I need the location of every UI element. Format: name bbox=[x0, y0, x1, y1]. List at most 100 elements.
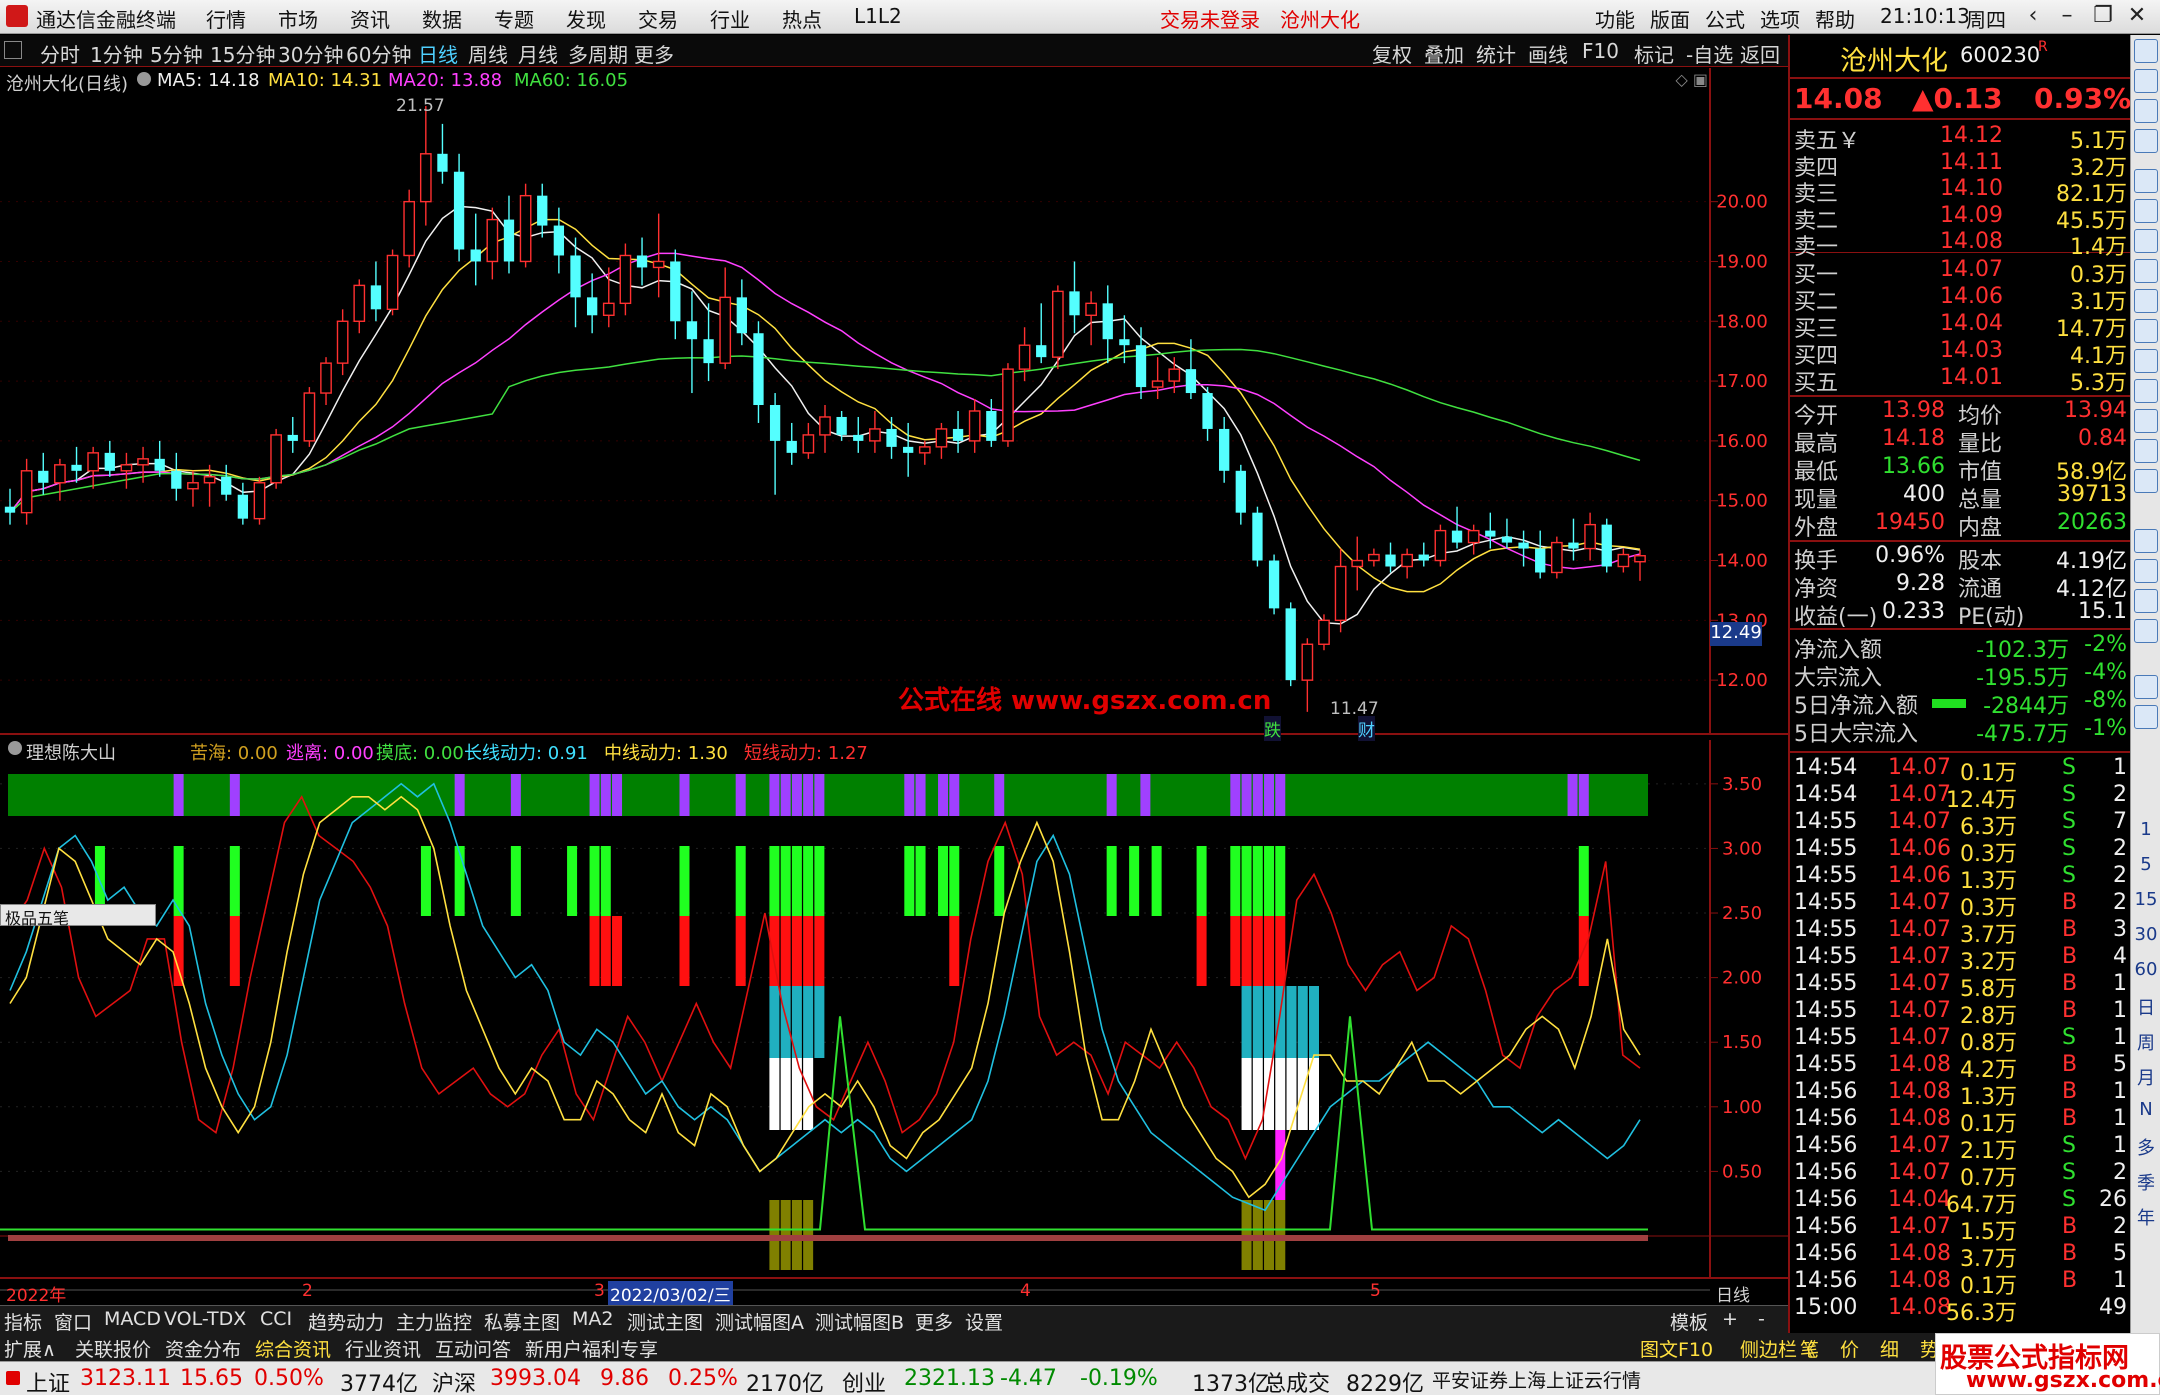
side-period-4[interactable]: 60 bbox=[2131, 959, 2160, 980]
info-tab-right-3[interactable]: 价 bbox=[1840, 1335, 1859, 1362]
side-period-0[interactable]: 1 bbox=[2131, 819, 2160, 840]
back-icon[interactable]: ‹ bbox=[2018, 3, 2048, 29]
side-period-9[interactable]: 多 bbox=[2131, 1134, 2160, 1160]
period-more[interactable]: 更多 bbox=[634, 39, 674, 68]
side-period-3[interactable]: 30 bbox=[2131, 924, 2160, 945]
tab-tool-0[interactable]: 模板 bbox=[1670, 1308, 1708, 1335]
btn-back[interactable]: 返回 bbox=[1740, 39, 1780, 68]
menu-topics[interactable]: 专题 bbox=[494, 4, 534, 33]
period-monthly[interactable]: 月线 bbox=[518, 39, 558, 68]
info-tab-1[interactable]: 关联报价 bbox=[75, 1335, 151, 1362]
ime-toolbar[interactable]: 极品五笔 bbox=[0, 904, 156, 928]
indicator-tab-1[interactable]: 窗口 bbox=[54, 1308, 92, 1335]
tab-tool-1[interactable]: + bbox=[1722, 1308, 1738, 1330]
side-minus-icon[interactable] bbox=[2134, 99, 2158, 123]
side-period-8[interactable]: N bbox=[2131, 1099, 2160, 1120]
indicator-settings-icon[interactable] bbox=[8, 741, 22, 755]
tab-tool-2[interactable]: - bbox=[1758, 1308, 1765, 1330]
period-15min[interactable]: 15分钟 bbox=[210, 39, 275, 68]
indicator-tab-12[interactable]: 更多 bbox=[915, 1308, 953, 1335]
toggle-icon[interactable] bbox=[4, 41, 22, 59]
info-tab-6[interactable]: 新用户福利专享 bbox=[525, 1335, 658, 1362]
minimize-icon[interactable]: – bbox=[2052, 3, 2082, 29]
menu-options[interactable]: 选项 bbox=[1760, 4, 1800, 33]
menu-hot[interactable]: 热点 bbox=[782, 4, 822, 33]
indicator-tab-11[interactable]: 测试幅图B bbox=[815, 1308, 904, 1335]
side-f10-icon[interactable] bbox=[2134, 319, 2158, 343]
info-tab-5[interactable]: 互动问答 bbox=[435, 1335, 511, 1362]
info-tab-right-4[interactable]: 细 bbox=[1880, 1335, 1899, 1362]
info-tab-3[interactable]: 综合资讯 bbox=[255, 1335, 331, 1362]
side-chart-icon[interactable] bbox=[2134, 229, 2158, 253]
side-f12-icon[interactable] bbox=[2134, 379, 2158, 403]
info-tab-4[interactable]: 行业资讯 bbox=[345, 1335, 421, 1362]
side-grid-icon[interactable] bbox=[2134, 169, 2158, 193]
side-fs-icon[interactable] bbox=[2134, 675, 2158, 699]
info-tab-right-0[interactable]: 图文F10 bbox=[1640, 1335, 1713, 1362]
chart-area[interactable]: 12.0013.0014.0015.0016.0017.0018.0019.00… bbox=[0, 68, 1788, 1305]
side-list-icon[interactable] bbox=[2134, 199, 2158, 223]
btn-mark[interactable]: 标记 bbox=[1634, 39, 1674, 68]
btn-overlay[interactable]: 叠加 bbox=[1424, 39, 1464, 68]
restore-icon[interactable]: ❐ bbox=[2088, 3, 2118, 29]
info-tab-right-2[interactable]: 笔 bbox=[1800, 1335, 1819, 1362]
menu-market[interactable]: 市场 bbox=[278, 4, 318, 33]
indicator-tab-9[interactable]: 测试主图 bbox=[627, 1308, 703, 1335]
indicator-tab-13[interactable]: 设置 bbox=[965, 1308, 1003, 1335]
side-period-5[interactable]: 日 bbox=[2131, 994, 2160, 1020]
side-home-icon[interactable] bbox=[2134, 69, 2158, 93]
side-period-10[interactable]: 季 bbox=[2131, 1169, 2160, 1195]
side-period-6[interactable]: 周 bbox=[2131, 1029, 2160, 1055]
menu-industry[interactable]: 行业 bbox=[710, 4, 750, 33]
period-weekly[interactable]: 周线 bbox=[468, 39, 508, 68]
indicator-tab-4[interactable]: CCI bbox=[260, 1308, 292, 1330]
side-pen-icon[interactable] bbox=[2134, 619, 2158, 643]
side-period-1[interactable]: 5 bbox=[2131, 854, 2160, 875]
side-rsi-icon[interactable] bbox=[2134, 529, 2158, 553]
side-f14-icon[interactable] bbox=[2134, 439, 2158, 463]
period-1min[interactable]: 1分钟 bbox=[90, 39, 143, 68]
side-kline-icon[interactable] bbox=[2134, 259, 2158, 283]
side-table-icon[interactable] bbox=[2134, 289, 2158, 313]
period-60min[interactable]: 60分钟 bbox=[346, 39, 411, 68]
btn-draw[interactable]: 画线 bbox=[1528, 39, 1568, 68]
menu-function[interactable]: 功能 bbox=[1595, 4, 1635, 33]
side-target-icon[interactable] bbox=[2134, 559, 2158, 583]
menu-formula[interactable]: 公式 bbox=[1705, 4, 1745, 33]
side-f13-icon[interactable] bbox=[2134, 409, 2158, 433]
side-f11-icon[interactable] bbox=[2134, 349, 2158, 373]
menu-help[interactable]: 帮助 bbox=[1815, 4, 1855, 33]
login-status[interactable]: 交易未登录 bbox=[1160, 4, 1260, 33]
indicator-tab-6[interactable]: 主力监控 bbox=[396, 1308, 472, 1335]
info-tab-2[interactable]: 资金分布 bbox=[165, 1335, 241, 1362]
info-tab-0[interactable]: 扩展∧ bbox=[4, 1335, 56, 1362]
side-f15-icon[interactable] bbox=[2134, 469, 2158, 493]
period-30min[interactable]: 30分钟 bbox=[278, 39, 343, 68]
btn-f10[interactable]: F10 bbox=[1582, 39, 1619, 63]
indicator-tab-7[interactable]: 私募主图 bbox=[484, 1308, 560, 1335]
close-icon[interactable]: ✕ bbox=[2122, 3, 2152, 29]
side-period-11[interactable]: 年 bbox=[2131, 1204, 2160, 1230]
period-daily[interactable]: 日线 bbox=[418, 39, 458, 68]
side-move-icon[interactable] bbox=[2134, 589, 2158, 613]
side-up-icon[interactable] bbox=[2134, 39, 2158, 63]
diamond-icon[interactable]: ◇ ▣ bbox=[1675, 70, 1708, 89]
indicator-name[interactable]: 理想陈大山 bbox=[26, 739, 116, 765]
btn-restore-rights[interactable]: 复权 bbox=[1372, 39, 1412, 68]
side-period-7[interactable]: 月 bbox=[2131, 1064, 2160, 1090]
period-5min[interactable]: 5分钟 bbox=[150, 39, 203, 68]
side-plus-icon[interactable] bbox=[2134, 129, 2158, 153]
menu-trade[interactable]: 交易 bbox=[638, 4, 678, 33]
indicator-tab-8[interactable]: MA2 bbox=[572, 1308, 613, 1330]
btn-remove-favorite[interactable]: -自选 bbox=[1686, 39, 1733, 68]
menu-l1l2[interactable]: L1L2 bbox=[854, 4, 902, 28]
period-multi[interactable]: 多周期 bbox=[568, 39, 628, 68]
menu-discover[interactable]: 发现 bbox=[566, 4, 606, 33]
side-pct-icon[interactable] bbox=[2134, 705, 2158, 729]
indicator-tab-10[interactable]: 测试幅图A bbox=[715, 1308, 804, 1335]
btn-stats[interactable]: 统计 bbox=[1476, 39, 1516, 68]
indicator-tab-5[interactable]: 趋势动力 bbox=[308, 1308, 384, 1335]
side-period-2[interactable]: 15 bbox=[2131, 889, 2160, 910]
indicator-tab-3[interactable]: VOL-TDX bbox=[164, 1308, 246, 1330]
indicator-tab-0[interactable]: 指标 bbox=[4, 1308, 42, 1335]
